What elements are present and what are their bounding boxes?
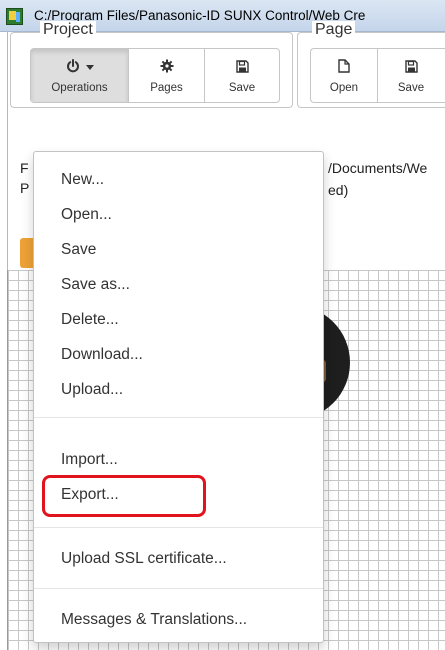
export-highlight-box bbox=[42, 475, 206, 517]
menu-item-save[interactable]: Save bbox=[34, 234, 323, 266]
project-button-group: Operations Pages Save bbox=[30, 48, 280, 103]
power-icon bbox=[66, 59, 80, 76]
menu-item-save-as[interactable]: Save as... bbox=[34, 269, 323, 301]
project-save-label: Save bbox=[228, 81, 256, 94]
info-line2-prefix: P bbox=[20, 180, 30, 196]
operations-button[interactable]: Operations bbox=[31, 49, 129, 102]
file-icon bbox=[338, 59, 350, 76]
page-button-group: Open Save bbox=[310, 48, 445, 103]
app-icon bbox=[6, 8, 23, 25]
menu-item-messages-translations[interactable]: Messages & Translations... bbox=[34, 604, 323, 636]
pages-button-label: Pages bbox=[150, 81, 183, 94]
page-save-label: Save bbox=[397, 81, 425, 94]
operations-dropdown-menu: New... Open... Save Save as... Delete...… bbox=[33, 151, 324, 643]
menu-item-upload[interactable]: Upload... bbox=[34, 374, 323, 406]
menu-item-open[interactable]: Open... bbox=[34, 199, 323, 231]
menu-divider bbox=[34, 417, 323, 418]
info-line1-path: /Documents/We bbox=[328, 160, 428, 176]
info-line1-prefix: F bbox=[20, 160, 29, 176]
project-save-button[interactable]: Save bbox=[205, 49, 279, 102]
project-group-legend: Project bbox=[40, 21, 96, 39]
gear-icon bbox=[160, 59, 174, 76]
page-open-label: Open bbox=[329, 81, 359, 94]
menu-item-upload-ssl[interactable]: Upload SSL certificate... bbox=[34, 543, 323, 575]
page-open-button[interactable]: Open bbox=[311, 49, 378, 102]
menu-divider bbox=[34, 527, 323, 528]
menu-divider bbox=[34, 588, 323, 589]
pages-button[interactable]: Pages bbox=[129, 49, 205, 102]
floppy-icon bbox=[235, 59, 249, 76]
page-group-legend: Page bbox=[312, 21, 356, 39]
menu-item-download[interactable]: Download... bbox=[34, 339, 323, 371]
floppy-icon bbox=[404, 59, 418, 76]
chevron-down-icon bbox=[85, 65, 94, 70]
operations-button-label: Operations bbox=[51, 81, 108, 94]
menu-item-delete[interactable]: Delete... bbox=[34, 304, 323, 336]
page-save-button[interactable]: Save bbox=[378, 49, 444, 102]
orange-status-strip bbox=[20, 238, 34, 268]
menu-item-import[interactable]: Import... bbox=[34, 444, 323, 476]
info-line2-text: ed) bbox=[328, 182, 349, 198]
menu-item-new[interactable]: New... bbox=[34, 164, 323, 196]
